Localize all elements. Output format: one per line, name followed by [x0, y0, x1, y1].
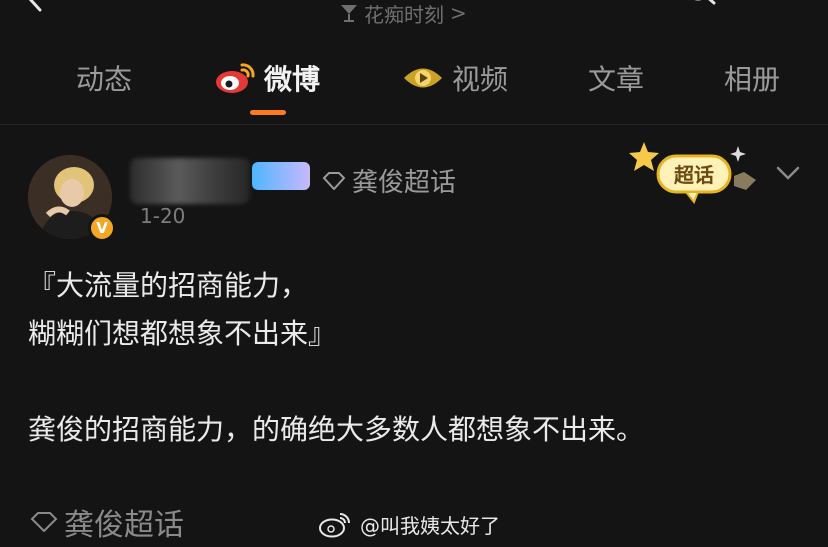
- footer-topic-label: 龚俊超话: [64, 508, 184, 543]
- post-text-line-1: 『大流量的招商能力，: [28, 269, 309, 302]
- tab-article[interactable]: 文章: [588, 52, 644, 104]
- post-text-line-2: 糊糊们想都想象不出来』: [28, 317, 337, 350]
- footer-topic-link[interactable]: 龚俊超话: [30, 500, 184, 544]
- breadcrumb-chevron: >: [450, 1, 467, 25]
- back-arrow-icon[interactable]: [22, 0, 48, 12]
- breadcrumb-label: 花痴时刻: [364, 2, 444, 27]
- post-text-line-3: 龚俊的招商能力，的确绝大多数人都想象不出来。: [28, 413, 645, 446]
- active-tab-indicator: [250, 110, 286, 115]
- video-eye-icon: [404, 68, 442, 88]
- search-icon[interactable]: [680, 0, 720, 12]
- top-bar: 花痴时刻 >: [0, 0, 828, 30]
- divider: [0, 124, 828, 125]
- breadcrumb[interactable]: 花痴时刻 >: [340, 0, 467, 27]
- tab-bar: 动态 微博 视频 文章 相册: [0, 52, 828, 112]
- weibo-logo-icon: [216, 63, 255, 93]
- chevron-down-icon[interactable]: [774, 162, 802, 182]
- verified-badge: V: [88, 214, 116, 242]
- tab-label: 文章: [588, 63, 645, 96]
- tab-label: 微博: [264, 63, 321, 96]
- weibo-logo-icon: [319, 512, 350, 537]
- post-time: 1-20: [140, 204, 186, 228]
- tab-weibo[interactable]: 微博: [214, 52, 320, 104]
- tab-video[interactable]: 视频: [402, 52, 508, 104]
- tab-label: 视频: [452, 63, 509, 96]
- username-redacted[interactable]: [130, 158, 250, 204]
- diamond-icon: [322, 171, 346, 190]
- cocktail-icon: [341, 5, 357, 22]
- chaohua-badge-icon[interactable]: 超话: [628, 140, 760, 206]
- chaohua-badge-text: 超话: [673, 163, 714, 187]
- tab-label: 动态: [76, 63, 133, 96]
- watermark-text: @叫我姨太好了: [360, 514, 500, 538]
- tab-dongtai[interactable]: 动态: [76, 52, 132, 104]
- diamond-icon: [30, 512, 58, 532]
- topic-link[interactable]: 龚俊超话: [322, 162, 456, 199]
- tab-album[interactable]: 相册: [724, 52, 780, 104]
- watermark: @叫我姨太好了: [318, 510, 500, 539]
- fan-level-badge: [252, 162, 310, 190]
- topic-label: 龚俊超话: [352, 168, 457, 198]
- tab-label: 相册: [724, 63, 781, 96]
